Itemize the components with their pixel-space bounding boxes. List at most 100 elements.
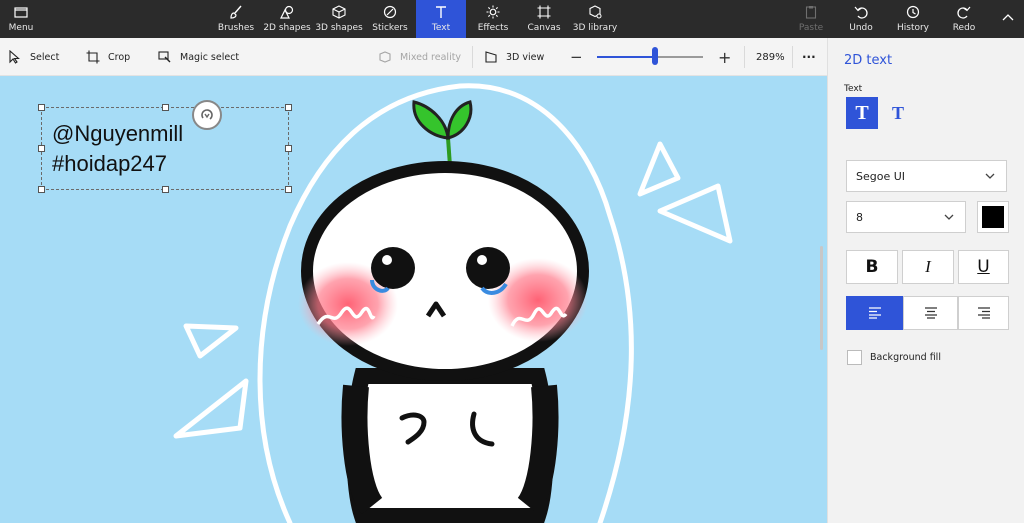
- 3d-text-icon: T: [891, 102, 904, 123]
- resize-handle[interactable]: [38, 145, 45, 152]
- crop-button[interactable]: Crop: [86, 38, 130, 76]
- font-size-value: 8: [856, 210, 863, 224]
- font-family-dropdown[interactable]: Segoe UI: [846, 160, 1007, 192]
- undo-label: Undo: [849, 23, 873, 33]
- text-box-selection[interactable]: @Nguyenmill #hoidap247: [38, 100, 292, 193]
- resize-handle[interactable]: [38, 186, 45, 193]
- bold-button[interactable]: B: [846, 250, 898, 284]
- text-color-picker[interactable]: [977, 201, 1009, 233]
- zoom-slider-thumb[interactable]: [652, 47, 659, 65]
- italic-button[interactable]: I: [902, 250, 954, 284]
- spark-triangle: [637, 141, 681, 197]
- vertical-scrollbar[interactable]: [820, 246, 823, 350]
- resize-handle[interactable]: [162, 104, 169, 111]
- tool-effects[interactable]: Effects: [470, 0, 516, 38]
- align-left-button[interactable]: [846, 296, 903, 330]
- tool-label: Stickers: [372, 23, 408, 33]
- sticker-icon: [383, 5, 397, 19]
- sprout-leaf: [446, 100, 473, 140]
- rotate-handle[interactable]: [192, 100, 222, 130]
- top-ribbon: Menu Brushes 2D shapes 3D shapes Sticker…: [0, 0, 1024, 38]
- more-options-button[interactable]: ···: [802, 38, 816, 76]
- background-fill-checkbox[interactable]: [847, 350, 862, 365]
- tool-canvas[interactable]: Canvas: [522, 0, 566, 38]
- text-box-content[interactable]: @Nguyenmill #hoidap247: [52, 119, 183, 179]
- font-size-dropdown[interactable]: 8: [846, 201, 966, 233]
- 3d-view-label: 3D view: [506, 51, 545, 63]
- align-center-button[interactable]: [903, 296, 958, 330]
- mixed-reality-button[interactable]: Mixed reality: [378, 38, 461, 76]
- rotate-icon: [201, 109, 213, 120]
- paint-3d-window: Menu Brushes 2D shapes 3D shapes Sticker…: [0, 0, 1024, 523]
- underline-button[interactable]: U: [958, 250, 1009, 284]
- eye-highlight: [382, 255, 392, 265]
- tool-label: 3D library: [572, 23, 618, 33]
- 3d-view-icon: [485, 51, 497, 63]
- zoom-level[interactable]: 289%: [756, 38, 785, 76]
- cube-icon: [332, 5, 346, 19]
- tool-stickers[interactable]: Stickers: [368, 0, 412, 38]
- text-type-label: Text: [844, 84, 863, 94]
- cursor-icon: [9, 50, 20, 64]
- select-label: Select: [30, 51, 60, 63]
- text-icon: [434, 5, 448, 19]
- chevron-down-icon: [985, 173, 995, 179]
- plain-text-button[interactable]: T: [846, 97, 878, 129]
- redo-label: Redo: [952, 23, 976, 33]
- magic-select-label: Magic select: [180, 51, 240, 63]
- align-left-icon: [868, 307, 881, 319]
- panel-title: 2D text: [844, 53, 893, 68]
- menu-button[interactable]: Menu: [6, 0, 36, 38]
- tool-label: 2D shapes: [263, 23, 311, 33]
- magic-select-button[interactable]: Magic select: [158, 38, 239, 76]
- spark-triangle: [657, 183, 733, 244]
- align-center-icon: [924, 307, 937, 319]
- spark-triangle: [173, 378, 249, 439]
- collapse-ribbon-button[interactable]: [998, 0, 1018, 38]
- magic-select-icon: [158, 51, 171, 63]
- drawing-canvas[interactable]: @Nguyenmill #hoidap247: [0, 76, 827, 523]
- panda-eye: [371, 247, 415, 289]
- resize-handle[interactable]: [285, 186, 292, 193]
- tool-label: Effects: [477, 23, 509, 33]
- history-button[interactable]: History: [896, 0, 930, 38]
- text-color-fill: [982, 206, 1004, 228]
- tool-3d-library[interactable]: 3D library: [572, 0, 618, 38]
- eye-highlight: [477, 255, 487, 265]
- text-line: #hoidap247: [52, 151, 168, 176]
- tool-2d-shapes[interactable]: 2D shapes: [262, 0, 312, 38]
- resize-handle[interactable]: [162, 186, 169, 193]
- tool-text[interactable]: Text: [416, 0, 466, 38]
- sun-icon: [486, 5, 500, 19]
- 3d-view-button[interactable]: 3D view: [484, 38, 544, 76]
- history-label: History: [896, 23, 930, 33]
- resize-handle[interactable]: [285, 145, 292, 152]
- redo-button[interactable]: Redo: [950, 0, 978, 38]
- tool-3d-shapes[interactable]: 3D shapes: [314, 0, 364, 38]
- crop-icon: [86, 50, 100, 64]
- toolbar-divider: [792, 46, 793, 68]
- mixed-reality-label: Mixed reality: [400, 51, 462, 63]
- background-fill-label: Background fill: [870, 352, 941, 363]
- resize-handle[interactable]: [38, 104, 45, 111]
- zoom-out-button[interactable]: −: [570, 38, 583, 76]
- clipboard-icon: [804, 5, 818, 19]
- resize-handle[interactable]: [285, 104, 292, 111]
- undo-button[interactable]: Undo: [846, 0, 876, 38]
- font-family-value: Segoe UI: [856, 169, 906, 183]
- chevron-down-icon: [944, 214, 954, 220]
- 3d-text-button[interactable]: T: [882, 97, 914, 129]
- clock-icon: [906, 5, 920, 19]
- paste-button[interactable]: Paste: [796, 0, 826, 38]
- toolbar-divider: [472, 46, 473, 68]
- undo-icon: [854, 5, 868, 19]
- chevron-up-icon: [1001, 10, 1015, 24]
- sprout-leaf: [412, 100, 450, 140]
- tool-brushes[interactable]: Brushes: [212, 0, 260, 38]
- select-button[interactable]: Select: [8, 38, 59, 76]
- canvas-icon: [537, 5, 551, 19]
- zoom-in-button[interactable]: +: [718, 38, 731, 76]
- spark-triangle: [183, 323, 239, 359]
- zoom-slider-fill: [597, 56, 656, 58]
- align-right-button[interactable]: [958, 296, 1009, 330]
